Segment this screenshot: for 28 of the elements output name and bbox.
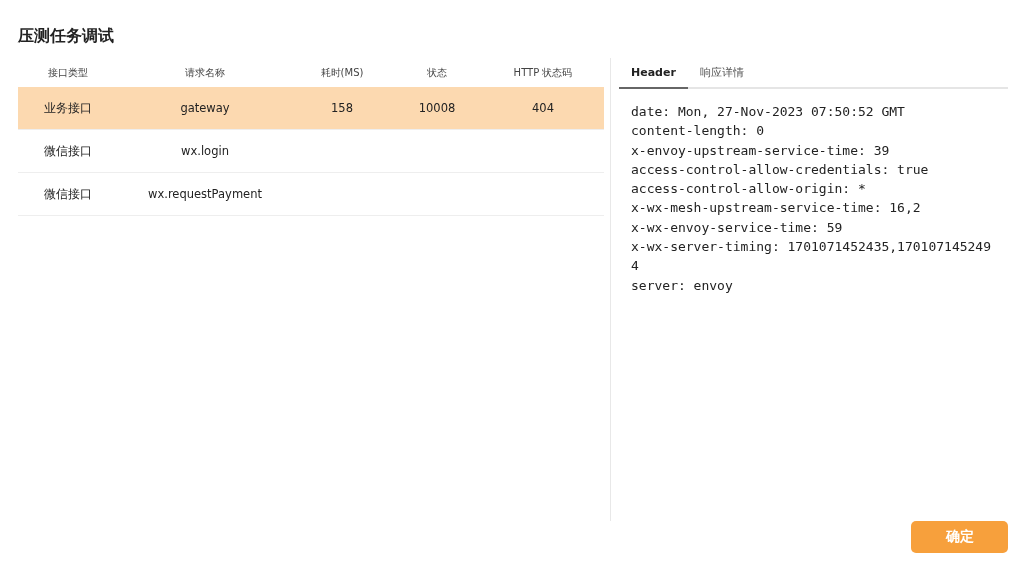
table-cell: 404 [532,101,554,115]
table-cell: gateway [180,101,230,115]
table-cell: 微信接口 [44,186,92,202]
header-line: x-envoy-upstream-service-time: 39 [631,141,891,160]
table-cell: wx.requestPayment [148,187,262,201]
table-cell: wx.login [181,144,229,158]
header-line: access-control-allow-origin: * [631,180,867,199]
header-line: content-length: 0 [631,122,766,141]
column-header: 请求名称 [185,65,225,80]
table-cell: 业务接口 [44,100,92,116]
header-line: access-control-allow-credentials: true [631,160,930,179]
header-line: date: Mon, 27-Nov-2023 07:50:52 GMT [631,103,906,121]
header-line: x-wx-envoy-service-time: 59 [631,218,844,237]
tab[interactable]: Header [619,58,688,89]
column-header: 耗时(MS) [320,65,364,80]
tab[interactable]: 响应详情 [687,58,756,89]
table-row[interactable]: 业务接口 gateway 158 10008 404 [18,87,604,130]
header-line: x-wx-mesh-upstream-service-time: 16,2 [631,199,922,218]
table-cell: 158 [331,101,353,115]
table-cell: 微信接口 [44,143,92,159]
table-row[interactable]: 微信接口 wx.login [18,130,604,173]
column-header: 状态 [427,65,447,80]
column-header: 接口类型 [48,65,88,80]
table-row[interactable]: 微信接口 wx.requestPayment [18,173,604,216]
page-title: 压测任务调试 [18,25,114,47]
header-line: server: envoy [631,276,734,295]
table-cell: 10008 [418,101,456,115]
column-header: HTTP 状态码 [513,65,573,80]
